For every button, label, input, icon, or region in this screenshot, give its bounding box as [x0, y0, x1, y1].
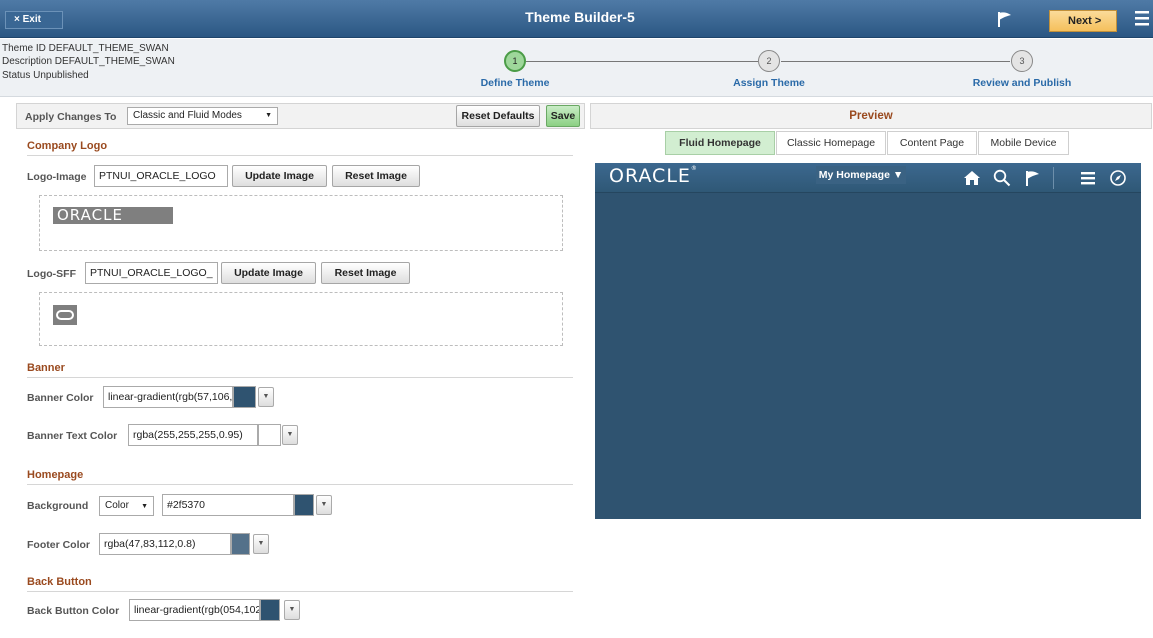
back-button-heading: Back Button [27, 576, 92, 588]
banner-text-color-input[interactable]: rgba(255,255,255,0.95) [128, 424, 258, 446]
preview-heading: Preview [590, 103, 1152, 129]
banner-color-input[interactable]: linear-gradient(rgb(57,106, [103, 386, 233, 408]
step-2-label[interactable]: Assign Theme [709, 77, 829, 89]
banner-heading: Banner [27, 362, 65, 374]
preview-oracle-logo: ORACLE® [609, 165, 698, 187]
oracle-logo-text: ORACLE [57, 206, 123, 224]
footer-color-swatch[interactable] [231, 533, 250, 555]
banner-color-picker-button[interactable]: ▼ [258, 387, 274, 407]
chevron-down-icon: ▼ [286, 431, 294, 438]
banner-separator [1053, 167, 1054, 189]
back-button-color-picker-button[interactable]: ▼ [284, 600, 300, 620]
footer-color-label: Footer Color [27, 539, 90, 551]
preview-banner: ORACLE® My Homepage ▼ [595, 163, 1141, 193]
apply-mode-value: Classic and Fluid Modes [133, 110, 242, 121]
background-color-input[interactable]: #2f5370 [162, 494, 294, 516]
logo-sff-label: Logo-SFF [27, 268, 76, 280]
chevron-down-icon: ▼ [141, 503, 148, 510]
theme-description: Description DEFAULT_THEME_SWAN [2, 56, 175, 67]
top-banner: × Exit Theme Builder-5 Next > [0, 0, 1153, 38]
step-3-circle[interactable]: 3 [1011, 50, 1033, 72]
footer-color-input[interactable]: rgba(47,83,112,0.8) [99, 533, 231, 555]
background-color-picker-button[interactable]: ▼ [316, 495, 332, 515]
step-1-label[interactable]: Define Theme [455, 77, 575, 89]
apply-changes-label: Apply Changes To [25, 111, 117, 123]
step-1-circle[interactable]: 1 [504, 50, 526, 72]
tab-content-page[interactable]: Content Page [887, 131, 977, 155]
background-type-value: Color [105, 500, 129, 511]
next-button[interactable]: Next > [1049, 10, 1117, 32]
tab-fluid-homepage[interactable]: Fluid Homepage [665, 131, 775, 155]
back-button-color-label: Back Button Color [27, 605, 120, 617]
chevron-down-icon: ▼ [320, 501, 328, 508]
reset-logo-sff-button[interactable]: Reset Image [321, 262, 410, 284]
oracle-logo-image: ORACLE [53, 206, 173, 224]
company-logo-heading: Company Logo [27, 140, 108, 152]
update-logo-sff-button[interactable]: Update Image [221, 262, 316, 284]
back-button-color-swatch[interactable] [260, 599, 280, 621]
apply-changes-bar: Apply Changes To Classic and Fluid Modes… [16, 103, 585, 129]
logo-sff-preview [39, 292, 563, 346]
background-color-swatch[interactable] [294, 494, 314, 516]
preview-brand-text: ORACLE [609, 165, 691, 187]
chevron-down-icon: ▼ [262, 393, 270, 400]
chevron-down-icon: ▼ [288, 606, 296, 613]
section-divider [27, 155, 573, 156]
update-logo-image-button[interactable]: Update Image [232, 165, 327, 187]
my-homepage-selector[interactable]: My Homepage ▼ [816, 166, 906, 184]
tab-mobile-device[interactable]: Mobile Device [978, 131, 1069, 155]
flag-icon[interactable] [1024, 169, 1042, 190]
save-button[interactable]: Save [546, 105, 580, 127]
reset-logo-image-button[interactable]: Reset Image [332, 165, 420, 187]
section-divider [27, 377, 573, 378]
section-divider [27, 484, 573, 485]
banner-color-label: Banner Color [27, 392, 94, 404]
search-icon[interactable] [993, 169, 1011, 190]
theme-id: Theme ID DEFAULT_THEME_SWAN [2, 43, 169, 54]
hamburger-menu-icon[interactable] [1081, 171, 1095, 188]
tab-classic-homepage[interactable]: Classic Homepage [776, 131, 886, 155]
flag-icon[interactable] [996, 10, 1014, 31]
logo-image-preview: ORACLE [39, 195, 563, 251]
hamburger-menu-icon[interactable] [1134, 9, 1150, 30]
banner-text-color-swatch[interactable] [258, 424, 281, 446]
navbar-compass-icon[interactable] [1109, 169, 1127, 190]
logo-image-label: Logo-Image [27, 171, 87, 183]
step-connector [526, 61, 758, 62]
banner-color-swatch[interactable] [233, 386, 256, 408]
background-type-select[interactable]: Color ▼ [99, 496, 154, 516]
reset-defaults-button[interactable]: Reset Defaults [456, 105, 540, 127]
step-3-label[interactable]: Review and Publish [952, 77, 1092, 89]
theme-info-bar: Theme ID DEFAULT_THEME_SWAN Description … [0, 39, 1153, 97]
exit-button[interactable]: × Exit [5, 11, 63, 29]
page-title: Theme Builder-5 [525, 9, 635, 25]
theme-status: Status Unpublished [2, 70, 89, 81]
banner-text-color-label: Banner Text Color [27, 430, 118, 442]
homepage-heading: Homepage [27, 469, 84, 481]
back-button-color-input[interactable]: linear-gradient(rgb(054,102 [129, 599, 260, 621]
step-2-circle[interactable]: 2 [758, 50, 780, 72]
chevron-down-icon: ▼ [257, 540, 265, 547]
oracle-o-logo-icon [53, 305, 77, 325]
footer-color-picker-button[interactable]: ▼ [253, 534, 269, 554]
background-label: Background [27, 500, 89, 512]
logo-sff-input[interactable]: PTNUI_ORACLE_LOGO_ [85, 262, 218, 284]
logo-image-input[interactable]: PTNUI_ORACLE_LOGO [94, 165, 228, 187]
banner-text-color-picker-button[interactable]: ▼ [282, 425, 298, 445]
chevron-down-icon: ▼ [265, 112, 272, 119]
preview-canvas: ORACLE® My Homepage ▼ [595, 163, 1141, 519]
apply-mode-select[interactable]: Classic and Fluid Modes ▼ [127, 107, 278, 125]
step-connector [781, 61, 1010, 62]
home-icon[interactable] [963, 170, 981, 189]
section-divider [27, 591, 573, 592]
